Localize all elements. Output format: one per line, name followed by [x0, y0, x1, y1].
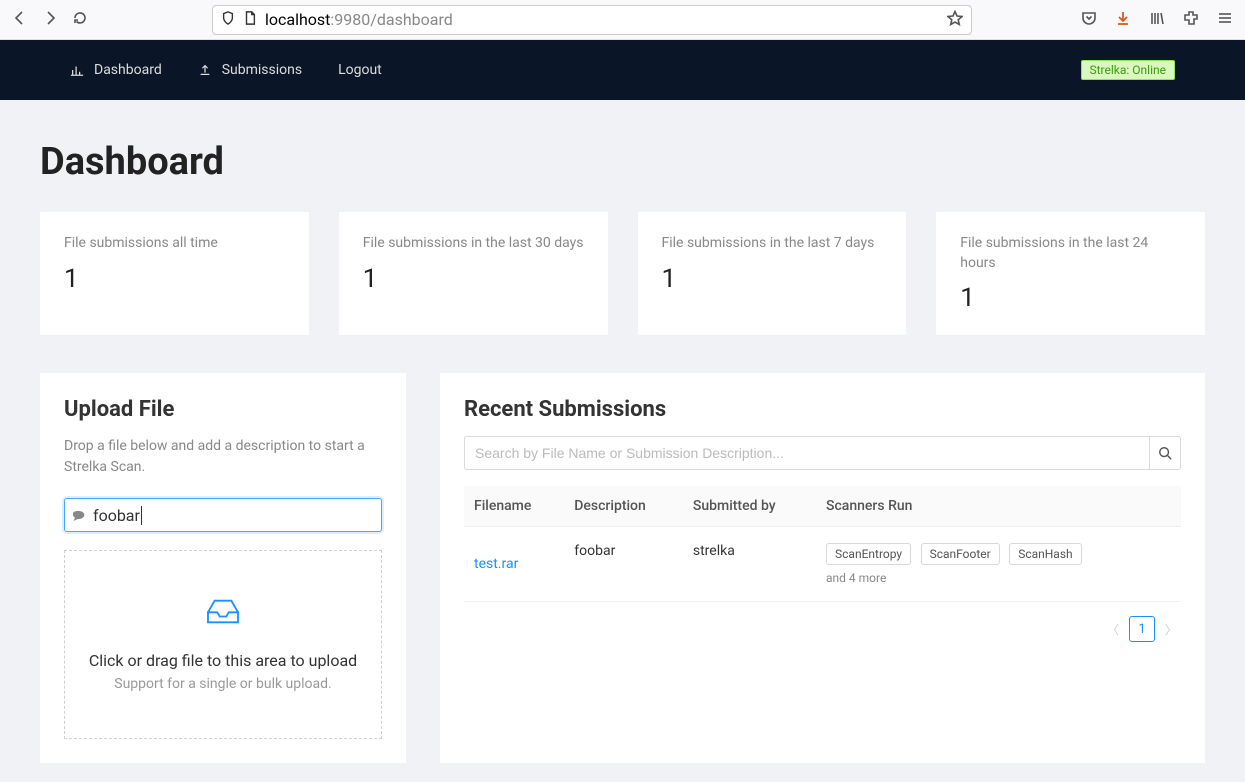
download-icon[interactable] — [1115, 10, 1131, 30]
reload-icon[interactable] — [72, 10, 88, 30]
scanner-tag: ScanFooter — [921, 543, 1000, 565]
page-next-icon[interactable]: 〉 — [1165, 621, 1177, 638]
col-submitted-by: Submitted by — [683, 486, 816, 527]
browser-toolbar: localhost:9980/dashboard — [0, 0, 1245, 40]
main-row: Upload File Drop a file below and add a … — [40, 373, 1205, 763]
dropzone-subtitle: Support for a single or bulk upload. — [75, 676, 371, 692]
page-body: Dashboard File submissions all time 1 Fi… — [0, 100, 1245, 763]
upload-panel: Upload File Drop a file below and add a … — [40, 373, 406, 763]
stat-label: File submissions in the last 30 days — [363, 234, 584, 254]
page-title: Dashboard — [40, 140, 1205, 184]
cell-submitted-by: strelka — [683, 527, 816, 602]
page-number[interactable]: 1 — [1129, 616, 1155, 642]
stat-card: File submissions in the last 30 days 1 — [339, 212, 608, 335]
pocket-icon[interactable] — [1081, 10, 1097, 30]
page-prev-icon[interactable]: 〈 — [1107, 621, 1119, 638]
stat-card: File submissions in the last 24 hours 1 — [936, 212, 1205, 335]
forward-icon[interactable] — [42, 10, 58, 30]
address-bar[interactable]: localhost:9980/dashboard — [212, 5, 972, 35]
page-icon — [243, 10, 257, 29]
file-dropzone[interactable]: Click or drag file to this area to uploa… — [64, 550, 382, 739]
col-description: Description — [564, 486, 683, 527]
back-icon[interactable] — [12, 10, 28, 30]
cell-description: foobar — [564, 527, 683, 602]
status-badge: Strelka: Online — [1081, 60, 1176, 80]
extensions-icon[interactable] — [1183, 10, 1199, 30]
col-filename: Filename — [464, 486, 564, 527]
nav-submissions-label: Submissions — [222, 62, 302, 78]
description-input-wrapper[interactable]: foobar — [64, 498, 382, 532]
message-icon — [73, 508, 87, 522]
menu-icon[interactable] — [1217, 10, 1233, 30]
inbox-icon — [203, 589, 243, 629]
pagination: 〈 1 〉 — [464, 602, 1181, 642]
browser-right-icons — [1081, 10, 1233, 30]
filename-link[interactable]: test.rar — [474, 556, 518, 572]
bookmark-star-icon[interactable] — [947, 10, 963, 30]
stat-card: File submissions all time 1 — [40, 212, 309, 335]
stat-label: File submissions in the last 24 hours — [960, 234, 1181, 273]
upload-hint: Drop a file below and add a description … — [64, 436, 382, 478]
cell-scanners: ScanEntropy ScanFooter ScanHash and 4 mo… — [816, 527, 1181, 602]
upload-icon — [198, 63, 212, 77]
upload-heading: Upload File — [64, 397, 382, 422]
browser-nav-buttons — [12, 10, 88, 30]
stat-value: 1 — [662, 264, 883, 294]
shield-icon — [221, 10, 235, 29]
library-icon[interactable] — [1149, 10, 1165, 30]
description-input[interactable]: foobar — [93, 506, 142, 525]
submissions-table: Filename Description Submitted by Scanne… — [464, 486, 1181, 602]
nav-logout-label: Logout — [338, 62, 382, 78]
stat-value: 1 — [64, 264, 285, 294]
app-nav: Dashboard Submissions Logout Strelka: On… — [0, 40, 1245, 100]
recent-heading: Recent Submissions — [464, 397, 1181, 422]
stat-value: 1 — [363, 264, 584, 294]
nav-dashboard-label: Dashboard — [94, 62, 162, 78]
scanner-tag: ScanHash — [1009, 543, 1081, 565]
stats-row: File submissions all time 1 File submiss… — [40, 212, 1205, 335]
col-scanners: Scanners Run — [816, 486, 1181, 527]
stat-label: File submissions in the last 7 days — [662, 234, 883, 254]
nav-submissions[interactable]: Submissions — [198, 62, 302, 78]
table-header-row: Filename Description Submitted by Scanne… — [464, 486, 1181, 527]
nav-logout[interactable]: Logout — [338, 62, 382, 78]
search-wrapper — [464, 436, 1181, 470]
search-icon — [1158, 446, 1172, 460]
bar-chart-icon — [70, 63, 84, 77]
stat-value: 1 — [960, 283, 1181, 313]
nav-dashboard[interactable]: Dashboard — [70, 62, 162, 78]
search-button[interactable] — [1149, 436, 1181, 470]
dropzone-title: Click or drag file to this area to uploa… — [75, 651, 371, 670]
search-input[interactable] — [464, 436, 1149, 470]
table-row: test.rar foobar strelka ScanEntropy Scan… — [464, 527, 1181, 602]
scanner-tag: ScanEntropy — [826, 543, 911, 565]
stat-card: File submissions in the last 7 days 1 — [638, 212, 907, 335]
recent-panel: Recent Submissions Filename Description … — [440, 373, 1205, 763]
scanners-more: and 4 more — [826, 571, 1171, 585]
stat-label: File submissions all time — [64, 234, 285, 254]
url-text: localhost:9980/dashboard — [265, 10, 453, 29]
